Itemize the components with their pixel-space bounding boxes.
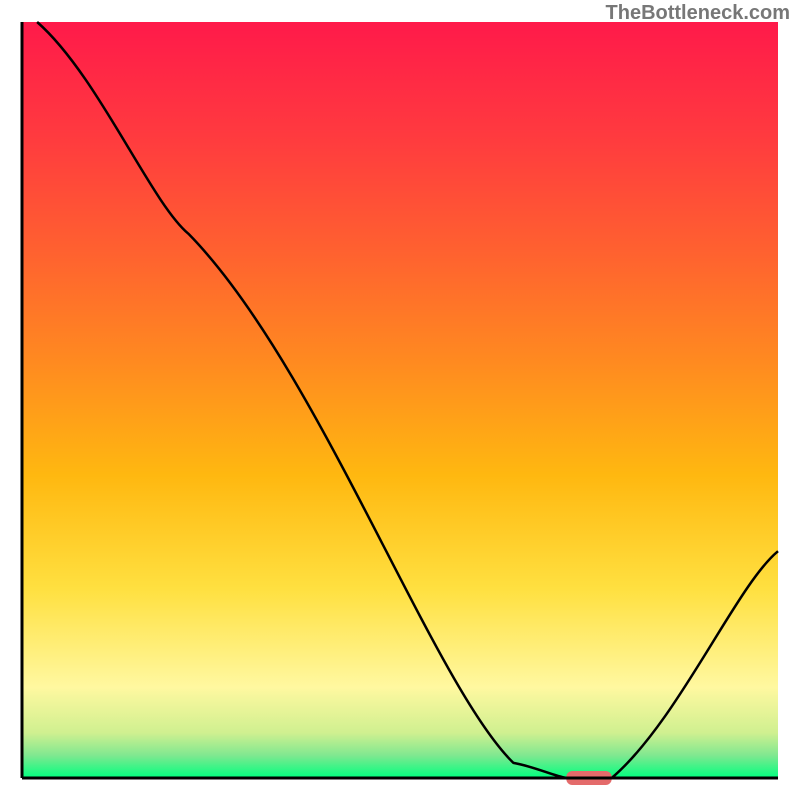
gradient-background — [22, 22, 778, 778]
bottleneck-chart — [0, 0, 800, 800]
chart-container: TheBottleneck.com — [0, 0, 800, 800]
watermark-text: TheBottleneck.com — [606, 2, 790, 25]
